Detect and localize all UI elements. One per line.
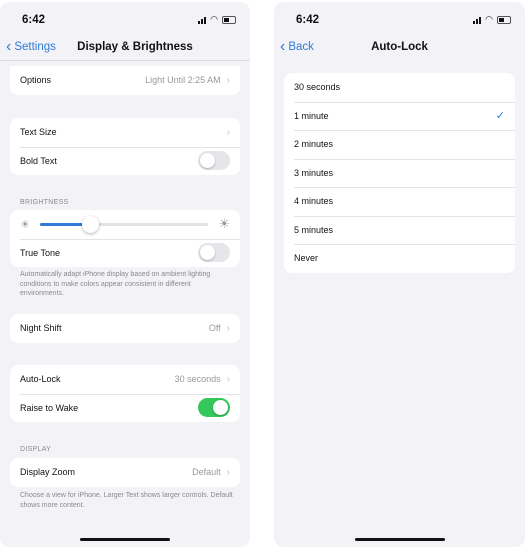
options-row[interactable]: Options Light Until 2:25 AM › xyxy=(10,66,240,95)
row-label: Raise to Wake xyxy=(20,402,79,413)
signal-icon xyxy=(473,16,482,24)
true-tone-toggle[interactable] xyxy=(198,243,230,263)
status-time: 6:42 xyxy=(296,14,320,26)
page-title: Auto-Lock xyxy=(371,41,428,53)
wifi-icon: ◠ xyxy=(485,14,493,24)
appearance-card: Options Light Until 2:25 AM › xyxy=(10,66,240,95)
auto-lock-option[interactable]: 30 seconds xyxy=(284,73,515,102)
night-shift-row[interactable]: Night Shift Off › xyxy=(10,314,240,343)
true-tone-row: True Tone xyxy=(10,238,240,268)
auto-lock-option[interactable]: 3 minutes xyxy=(284,158,515,188)
auto-lock-option[interactable]: Never xyxy=(284,244,515,273)
text-card: Text Size › Bold Text xyxy=(10,118,240,175)
lock-card: Auto-Lock 30 seconds › Raise to Wake xyxy=(10,365,240,422)
brightness-card: ☀ ☀ True Tone xyxy=(10,210,240,267)
signal-icon xyxy=(198,16,207,24)
row-value: Light Until 2:25 AM xyxy=(145,75,221,86)
row-value: 30 seconds xyxy=(174,374,221,385)
true-tone-note: Automatically adapt iPhone display based… xyxy=(20,271,211,297)
row-label: Night Shift xyxy=(20,323,62,334)
status-time: 6:42 xyxy=(22,14,46,26)
display-zoom-card: Display Zoom Default › xyxy=(10,458,240,487)
slider-knob[interactable] xyxy=(82,215,100,233)
home-indicator[interactable] xyxy=(354,537,445,541)
display-header: DISPLAY xyxy=(20,446,52,453)
display-zoom-row[interactable]: Display Zoom Default › xyxy=(10,458,240,487)
bold-text-toggle[interactable] xyxy=(198,151,230,171)
battery-icon xyxy=(497,15,511,24)
chevron-right-icon: › xyxy=(226,466,230,478)
row-label: Display Zoom xyxy=(20,467,76,478)
auto-lock-option[interactable]: 1 minute ✓ xyxy=(284,101,515,131)
brightness-slider-row: ☀ ☀ xyxy=(10,210,240,239)
chevron-right-icon: › xyxy=(226,74,230,86)
night-shift-card: Night Shift Off › xyxy=(10,314,240,343)
page-title: Display & Brightness xyxy=(77,41,193,53)
auto-lock-option[interactable]: 2 minutes xyxy=(284,130,515,159)
chevron-right-icon: › xyxy=(226,126,230,138)
chevron-right-icon: › xyxy=(226,322,230,334)
option-label: 5 minutes xyxy=(294,224,334,235)
auto-lock-option[interactable]: 5 minutes xyxy=(284,215,515,245)
raise-to-wake-row: Raise to Wake xyxy=(10,393,240,423)
row-label: True Tone xyxy=(20,247,61,258)
row-label: Bold Text xyxy=(20,155,57,166)
display-zoom-note: Choose a view for iPhone. Larger Text sh… xyxy=(20,492,233,509)
option-label: 1 minute xyxy=(294,110,329,121)
row-value: Off xyxy=(208,323,221,334)
checkmark-icon: ✓ xyxy=(495,110,505,123)
chevron-left-icon: ‹ xyxy=(6,38,12,55)
option-label: 3 minutes xyxy=(294,167,334,178)
option-label: Never xyxy=(294,253,319,264)
sun-small-icon: ☀ xyxy=(20,218,30,231)
sun-large-icon: ☀ xyxy=(218,216,230,232)
display-brightness-screen: 6:42 ◠ ‹ Settings Display & Brightness Op… xyxy=(0,2,250,547)
auto-lock-screen: 6:42 ◠ ‹ Back Auto-Lock 30 seconds 1 minut… xyxy=(274,2,525,547)
auto-lock-row[interactable]: Auto-Lock 30 seconds › xyxy=(10,365,240,394)
row-label: Options xyxy=(20,75,52,86)
auto-lock-option[interactable]: 4 minutes xyxy=(284,187,515,216)
bold-text-row: Bold Text xyxy=(10,146,240,176)
brightness-header: BRIGHTNESS xyxy=(20,199,69,206)
chevron-right-icon: › xyxy=(226,373,230,385)
row-value: Default xyxy=(192,467,221,478)
option-label: 30 seconds xyxy=(294,82,341,93)
brightness-slider[interactable] xyxy=(39,215,209,233)
wifi-icon: ◠ xyxy=(210,14,218,24)
nav-bar: ‹ Back Auto-Lock xyxy=(274,38,525,60)
battery-icon xyxy=(222,15,236,24)
status-icons: ◠ xyxy=(198,14,236,25)
auto-lock-options: 30 seconds 1 minute ✓ 2 minutes 3 minutes 4 m… xyxy=(284,73,515,273)
raise-to-wake-toggle[interactable] xyxy=(198,398,230,418)
text-size-row[interactable]: Text Size › xyxy=(10,118,240,147)
row-label: Auto-Lock xyxy=(20,374,61,385)
row-label: Text Size xyxy=(20,127,57,138)
nav-bar: ‹ Settings Display & Brightness xyxy=(0,38,250,60)
option-label: 2 minutes xyxy=(294,139,334,150)
status-icons: ◠ xyxy=(473,14,511,25)
home-indicator[interactable] xyxy=(80,537,170,541)
divider xyxy=(0,60,250,61)
option-label: 4 minutes xyxy=(294,196,334,207)
